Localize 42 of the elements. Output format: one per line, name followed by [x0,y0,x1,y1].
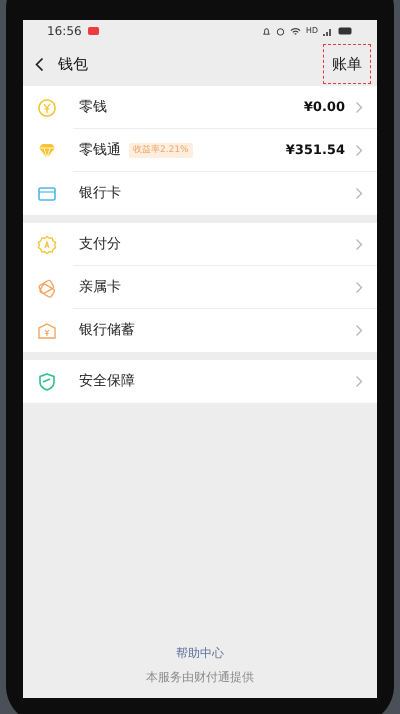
menu-item[interactable]: 银行储蓄 [23,309,377,352]
bell-icon [262,26,271,36]
item-label: 亲属卡 [79,278,121,297]
yen-coin-icon [37,98,57,118]
item-label: 银行储蓄 [79,321,135,340]
back-icon[interactable] [35,56,44,72]
menu-item[interactable]: 亲属卡 [23,266,377,309]
linked-cards-icon [37,278,57,298]
item-label: 零钱通 [79,141,121,160]
network-type: HD [306,25,318,37]
bank-icon [37,320,57,340]
chevron-right-icon [355,238,363,251]
item-label: 零钱 [79,98,107,117]
item-label: 银行卡 [79,184,121,203]
menu-item[interactable]: 支付分 [23,223,377,266]
chevron-right-icon [355,144,363,157]
help-center-link[interactable]: 帮助中心 [176,644,224,662]
chevron-right-icon [355,187,363,200]
page-title: 钱包 [58,54,88,75]
item-value: ¥0.00 [304,98,345,117]
chevron-right-icon [355,324,363,337]
chevron-right-icon [355,375,363,388]
item-label: 支付分 [79,235,121,254]
signal-icon [323,26,333,36]
menu-item[interactable]: 安全保障 [23,360,377,403]
chevron-right-icon [355,281,363,294]
alarm-icon [276,26,285,36]
yield-badge: 收益率2.21% [129,142,193,158]
badge-icon [37,234,57,254]
item-value: ¥351.54 [286,142,345,160]
menu-item[interactable]: 零钱 ¥0.00 [23,86,377,129]
chevron-right-icon [355,101,363,114]
menu-item[interactable]: 零钱通 收益率2.21% ¥351.54 [23,129,377,172]
shield-icon [37,372,57,392]
battery-icon [338,27,353,35]
status-time: 16:56 [47,23,82,40]
menu-item[interactable]: 银行卡 [23,172,377,215]
app-notification-icon [88,27,99,35]
provider-note: 本服务由财付通提供 [146,669,254,686]
wifi-icon [290,26,301,36]
bill-button[interactable]: 账单 [323,44,371,84]
item-label: 安全保障 [79,372,135,391]
